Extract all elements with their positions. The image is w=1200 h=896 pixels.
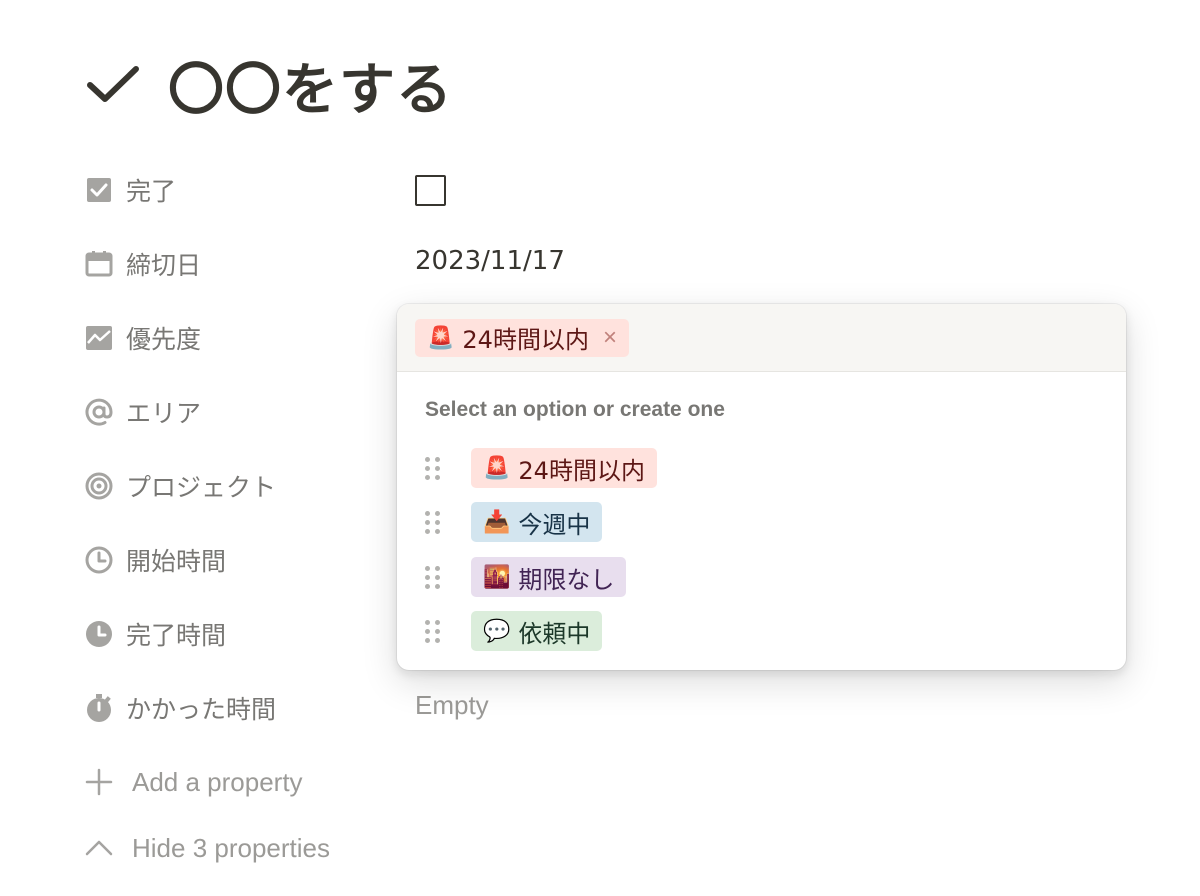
hide-properties-button[interactable]: Hide 3 properties [84,828,330,868]
option-label: 期限なし [518,565,615,594]
option-tag[interactable]: 🚨 24時間以内 [471,448,657,488]
remove-tag-button[interactable]: × [603,324,617,352]
property-row-project[interactable]: プロジェクト [84,466,276,506]
select-option-popup: 🚨 24時間以内 × Select an option or create on… [397,304,1126,670]
option-label: 24時間以内 [518,456,645,485]
at-icon [84,397,114,427]
siren-icon: 🚨 [427,324,455,350]
option-tag[interactable]: 🌇 期限なし [471,557,627,597]
done-checkbox[interactable] [415,175,446,206]
selected-tag[interactable]: 🚨 24時間以内 × [415,318,629,357]
option-label: 依頼中 [518,619,591,648]
property-row-done[interactable]: 完了 [84,170,176,210]
option-item[interactable]: 🚨 24時間以内 [425,448,657,488]
target-icon [84,471,114,501]
drag-handle-icon[interactable] [425,508,445,536]
clock-filled-icon [84,619,114,649]
deadline-value[interactable]: 2023/11/17 [415,246,565,276]
property-label: 優先度 [126,325,202,354]
property-label: 開始時間 [126,547,227,576]
property-row-elapsed-time[interactable]: かかった時間 [84,688,276,728]
option-tag[interactable]: 💬 依頼中 [471,611,603,651]
page-title-row: 〇〇をする [86,50,453,123]
drag-handle-icon[interactable] [425,563,445,591]
add-property-button[interactable]: Add a property [84,762,303,802]
property-row-priority[interactable]: 優先度 [84,318,201,358]
drag-handle-icon[interactable] [425,617,445,645]
checkbox-icon [84,175,114,205]
property-label: プロジェクト [126,473,277,502]
property-row-area[interactable]: エリア [84,392,201,432]
property-row-end-time[interactable]: 完了時間 [84,614,226,654]
chart-icon [84,323,114,353]
elapsed-time-value[interactable]: Empty [415,690,489,721]
popup-hint: Select an option or create one [425,398,725,421]
siren-icon: 🚨 [483,455,511,480]
plus-icon [84,767,114,797]
property-label: 締切日 [126,251,202,280]
drag-handle-icon[interactable] [425,454,445,482]
chevron-up-icon [84,833,114,863]
property-row-start-time[interactable]: 開始時間 [84,540,226,580]
property-label: 完了時間 [126,621,227,650]
hide-properties-label: Hide 3 properties [132,832,330,863]
option-item[interactable]: 💬 依頼中 [425,611,603,651]
option-label: 今週中 [518,510,591,539]
option-item[interactable]: 🌇 期限なし [425,557,627,597]
stopwatch-icon [84,693,114,723]
add-property-label: Add a property [132,766,303,797]
inbox-tray-icon: 📥 [483,509,511,534]
option-tag[interactable]: 📥 今週中 [471,502,603,542]
property-label: かかった時間 [126,695,277,724]
check-icon [86,57,142,113]
speech-bubble-icon: 💬 [483,618,511,643]
calendar-icon [84,249,114,279]
property-label: 完了 [126,177,177,206]
clock-icon [84,545,114,575]
selected-tags-area[interactable]: 🚨 24時間以内 × [397,304,1126,372]
page-title[interactable]: 〇〇をする [168,45,453,126]
sunset-icon: 🌇 [483,564,511,589]
selected-tag-label: 24時間以内 [462,326,589,354]
option-item[interactable]: 📥 今週中 [425,502,603,542]
property-label: エリア [126,399,202,428]
property-row-deadline[interactable]: 締切日 [84,244,201,284]
